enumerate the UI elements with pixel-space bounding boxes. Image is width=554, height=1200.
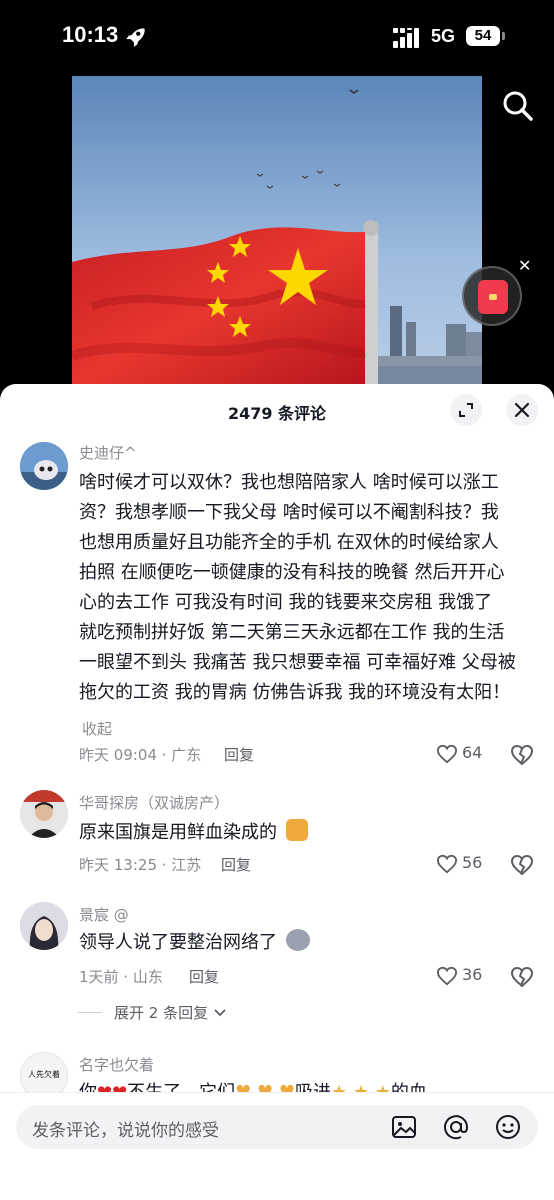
signal-icon [393,28,419,48]
chevron-down-icon [214,1009,226,1017]
network-type: 5G [431,26,456,46]
person-avatar-image [20,790,68,838]
expand-icon [459,403,473,417]
comment-text: 啥时候才可以双休？我也想陪陪家人 啥时候可以涨工 资？我想孝顺一下我父母 啥时候… [79,468,527,708]
reply-button[interactable]: 回复 [221,854,251,875]
comment-input[interactable]: 发条评论，说说你的感受 [16,1105,538,1149]
comment-meta: 昨天 09:04 · 广东 [79,746,202,764]
comment-author[interactable]: 史迪仔^ [79,442,137,463]
emoji-icon[interactable] [494,1113,522,1141]
reply-button[interactable]: 回复 [189,966,219,987]
comment-sheet-header: 2479 条评论 [0,384,554,436]
comment-text-line: 啥时候才可以双休？我也想陪陪家人 啥时候可以涨工 [79,472,499,493]
comment-text-content: 原来国旗是用鲜血染成的 [79,822,277,843]
heart-icon [436,966,458,986]
red-envelope-icon [478,280,508,314]
comment-text-content: 领导人说了要整治网络了 [79,932,277,953]
bear-emoji-icon [285,819,308,841]
avatar[interactable] [20,790,68,838]
video-frame[interactable] [72,76,482,386]
close-sheet-button[interactable] [506,394,538,426]
like-button[interactable]: 64 [436,743,496,767]
expand-replies-label: 展开 2 条回复 [114,1004,209,1022]
rocket-icon [126,28,145,47]
comment-text-line: 拍照 在顺便吃一顿健康的没有科技的晚餐 然后开开心 [79,562,505,583]
comment-text: 领导人说了要整治网络了 [79,928,527,958]
girl-avatar-image [20,902,68,950]
battery-indicator: 54 [466,26,500,46]
comment-text: 原来国旗是用鲜血染成的 [79,818,527,848]
comment-author[interactable]: 名字也欠着 [79,1054,154,1075]
status-time: 10:13 [62,22,119,47]
divider-line [78,1012,102,1013]
comment-meta: 昨天 13:25 · 江苏 [79,856,202,874]
comment-sheet: 2479 条评论 史迪仔^ 啥时候才可以双休？我也想陪陪家人 啥时候可以涨工 资… [0,384,554,1200]
close-icon [514,402,530,418]
expand-sheet-button[interactable] [450,394,482,426]
collapse-link[interactable]: 收起 [82,718,112,739]
heart-icon [436,744,458,764]
image-icon[interactable] [390,1113,418,1141]
comment-text-line: 一眼望不到头 我痛苦 我只想要幸福 可幸福好难 父母被 [79,652,516,673]
dog-emoji-icon [285,929,310,951]
comment-text-line: 心的去工作 可我没有时间 我的钱要来交房租 我饿了 [79,592,493,613]
comment-text-line: 就吃预制拼好饭 第二天第三天永远都在工作 我的生活 [79,622,505,643]
stitch-avatar-image [20,442,68,490]
comment-text-line: 也想用质量好且功能齐全的手机 在双休的时候给家人 [79,532,499,553]
comment-meta: 1天前 · 山东 [79,968,163,986]
like-count: 36 [462,965,483,984]
like-button[interactable]: 56 [436,853,496,877]
expand-replies-button[interactable]: 展开 2 条回复 [78,1002,278,1024]
comment-input-placeholder: 发条评论，说说你的感受 [32,1121,219,1141]
mention-icon[interactable] [442,1113,470,1141]
broken-heart-icon[interactable] [510,743,534,767]
comment-author[interactable]: 华哥探房（双诚房产） [79,792,229,813]
close-float-icon[interactable]: ✕ [518,256,531,275]
like-count: 64 [462,743,483,762]
red-packet-float-button[interactable] [462,266,522,326]
avatar[interactable] [20,442,68,490]
battery-tip [502,32,505,40]
avatar[interactable] [20,902,68,950]
comment-text-line: 资？我想孝顺一下我父母 啥时候可以不阉割科技？我 [79,502,499,523]
comment-author[interactable]: 景宸 @ [79,904,129,925]
like-button[interactable]: 36 [436,965,496,989]
search-icon[interactable] [500,88,536,124]
comment-text-line: 拖欠的工资 我的胃病 仿佛告诉我 我的环境没有太阳！ [79,682,511,703]
broken-heart-icon[interactable] [510,853,534,877]
avatar-label: 人先欠着 [28,1070,60,1079]
flag-video-image [72,76,482,386]
broken-heart-icon[interactable] [510,965,534,989]
heart-icon [436,854,458,874]
status-bar: 10:13 5G 54 [0,0,554,76]
reply-button[interactable]: 回复 [224,744,254,765]
like-count: 56 [462,853,483,872]
comment-input-bar: 发条评论，说说你的感受 [0,1092,554,1200]
